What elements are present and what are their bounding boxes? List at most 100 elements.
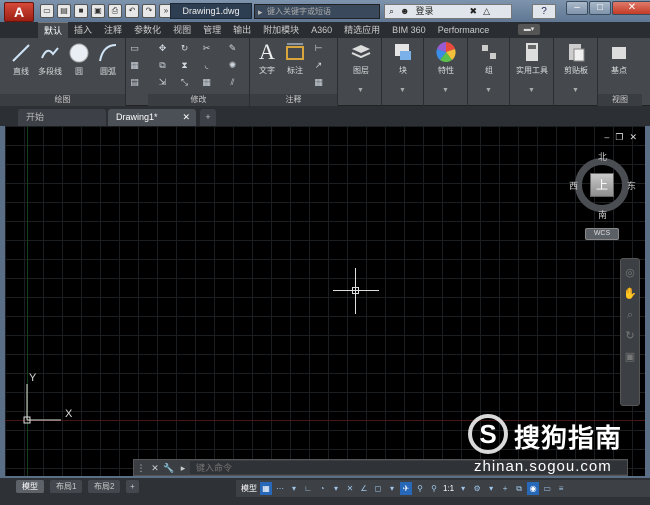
snap-toggle-icon[interactable]: ⋯ bbox=[274, 482, 286, 495]
viewcube-top-face[interactable]: 上 bbox=[590, 173, 614, 197]
redo-icon[interactable]: ↷ bbox=[142, 4, 156, 18]
close-tab-icon[interactable]: ✕ bbox=[182, 109, 190, 126]
sign-in-label[interactable]: 登录 bbox=[416, 5, 434, 18]
circle-tool[interactable]: 圆 bbox=[66, 42, 92, 77]
panel-title-annotation[interactable]: 注释 bbox=[250, 94, 337, 106]
rectangle-icon[interactable]: ▭ bbox=[128, 43, 141, 54]
clipboard-tool[interactable]: 剪贴板 bbox=[558, 41, 594, 76]
properties-dropdown-icon[interactable]: ▼ bbox=[424, 87, 467, 94]
layout-tab-layout2[interactable]: 布局2 bbox=[88, 480, 121, 493]
fillet-icon[interactable]: ◟ bbox=[200, 60, 213, 71]
array-icon[interactable]: ▦ bbox=[200, 77, 213, 88]
tab-insert[interactable]: 插入 bbox=[68, 22, 98, 38]
copy-icon[interactable]: ⧉ bbox=[156, 60, 169, 71]
tab-drawing1[interactable]: Drawing1* ✕ bbox=[108, 109, 196, 126]
mirror-icon[interactable]: ⧗ bbox=[178, 60, 191, 71]
leader-icon[interactable]: ↗ bbox=[312, 60, 325, 71]
account-area[interactable]: ⌕ ☻ 登录 ✖ △ bbox=[384, 4, 512, 19]
auto-scale-icon[interactable]: ⚲ bbox=[414, 482, 426, 495]
viewport-minimize-icon[interactable]: – bbox=[604, 132, 609, 143]
search-icon[interactable]: ⌕ bbox=[389, 5, 394, 18]
viewport-restore-icon[interactable]: ❐ bbox=[615, 132, 623, 143]
polar-dropdown-icon[interactable]: ▾ bbox=[330, 482, 342, 495]
table-grid-icon[interactable]: ▦ bbox=[312, 77, 325, 88]
undo-icon[interactable]: ↶ bbox=[125, 4, 139, 18]
line-tool[interactable]: 直线 bbox=[6, 42, 36, 77]
hatch-icon[interactable]: ▦ bbox=[128, 60, 141, 71]
layout-tab-layout1[interactable]: 布局1 bbox=[50, 480, 83, 493]
compass-east[interactable]: 东 bbox=[627, 179, 636, 192]
annotation-visibility-icon[interactable]: ✈ bbox=[400, 482, 412, 495]
workspace-gear-icon[interactable]: ⚙ bbox=[471, 482, 483, 495]
showmotion-icon[interactable]: ▣ bbox=[623, 350, 637, 364]
tab-output[interactable]: 输出 bbox=[227, 22, 257, 38]
zoom-icon[interactable]: ⌕ bbox=[623, 308, 637, 322]
annotation-scale-icon[interactable]: ⚲ bbox=[428, 482, 440, 495]
tab-a360[interactable]: A360 bbox=[305, 22, 338, 38]
layer-properties-tool[interactable]: 图层 bbox=[346, 41, 376, 76]
grid-toggle-icon[interactable]: ▦ bbox=[260, 482, 272, 495]
rotate-icon[interactable]: ↻ bbox=[178, 43, 191, 54]
panel-title-modify[interactable]: 修改 bbox=[148, 94, 249, 106]
application-menu-button[interactable]: A bbox=[4, 2, 34, 22]
viewport-close-icon[interactable]: ✕ bbox=[629, 132, 637, 143]
new-file-icon[interactable]: ▭ bbox=[40, 4, 54, 18]
erase-icon[interactable]: ✎ bbox=[226, 43, 239, 54]
annotation-scale-value[interactable]: 1:1 bbox=[442, 482, 455, 495]
tab-bim360[interactable]: BIM 360 bbox=[386, 22, 432, 38]
tab-manage[interactable]: 管理 bbox=[197, 22, 227, 38]
tab-home[interactable]: 默认 bbox=[38, 22, 69, 38]
table-icon[interactable]: ▤ bbox=[128, 77, 141, 88]
save-icon[interactable]: ■ bbox=[74, 4, 88, 18]
isodraft-icon[interactable]: ✕ bbox=[344, 482, 356, 495]
move-icon[interactable]: ✥ bbox=[156, 43, 169, 54]
scale-icon[interactable]: ⤡ bbox=[178, 77, 191, 88]
group-tool[interactable]: 组 bbox=[474, 41, 504, 76]
linear-dim-icon[interactable]: ⊢ bbox=[312, 43, 325, 54]
tab-start[interactable]: 开始 bbox=[18, 109, 106, 126]
stretch-icon[interactable]: ⇲ bbox=[156, 77, 169, 88]
compass-west[interactable]: 西 bbox=[569, 179, 578, 192]
clean-screen-icon[interactable]: ▭ bbox=[541, 482, 553, 495]
clipboard-dropdown-icon[interactable]: ▼ bbox=[554, 87, 597, 94]
block-dropdown-icon[interactable]: ▼ bbox=[382, 87, 423, 94]
viewcube[interactable]: 上 北 南 东 西 bbox=[569, 150, 636, 220]
maximize-button[interactable]: □ bbox=[589, 1, 611, 15]
scale-dropdown-icon[interactable]: ▾ bbox=[457, 482, 469, 495]
compass-north[interactable]: 北 bbox=[598, 150, 607, 163]
a360-icon[interactable]: △ bbox=[483, 5, 490, 18]
command-close-icon[interactable]: ✕ bbox=[148, 461, 162, 475]
pan-icon[interactable]: ✋ bbox=[623, 287, 637, 301]
command-recent-icon[interactable]: ▸ bbox=[176, 461, 190, 475]
hardware-accel-icon[interactable]: ◉ bbox=[527, 482, 540, 495]
wcs-menu[interactable]: WCS bbox=[585, 228, 619, 240]
tab-featured-apps[interactable]: 精选应用 bbox=[338, 22, 386, 38]
utilities-dropdown-icon[interactable]: ▼ bbox=[510, 87, 553, 94]
steering-wheel-icon[interactable]: ◎ bbox=[623, 266, 637, 280]
workspace-dropdown-icon[interactable]: ▾ bbox=[485, 482, 497, 495]
compass-south[interactable]: 南 bbox=[598, 208, 607, 221]
arc-tool[interactable]: 圆弧 bbox=[94, 42, 122, 77]
tab-annotate[interactable]: 注释 bbox=[98, 22, 128, 38]
new-tab-button[interactable]: + bbox=[200, 109, 216, 126]
ortho-toggle-icon[interactable]: ∟ bbox=[302, 482, 314, 495]
polyline-tool[interactable]: 多段线 bbox=[34, 42, 66, 77]
add-layout-button[interactable]: + bbox=[126, 480, 139, 493]
orbit-icon[interactable]: ↻ bbox=[623, 329, 637, 343]
osnap-icon[interactable]: ◻ bbox=[372, 482, 384, 495]
dimension-tool[interactable]: 标注 bbox=[282, 41, 308, 76]
save-as-icon[interactable]: ▣ bbox=[91, 4, 105, 18]
tab-parametric[interactable]: 参数化 bbox=[128, 22, 167, 38]
help-button[interactable]: ? bbox=[532, 4, 556, 19]
basepoint-tool[interactable]: 基点 bbox=[604, 41, 634, 76]
panel-title-view[interactable]: 视图 bbox=[598, 94, 642, 106]
minimize-button[interactable]: – bbox=[566, 1, 588, 15]
tab-addins[interactable]: 附加模块 bbox=[257, 22, 305, 38]
open-folder-icon[interactable]: ▤ bbox=[57, 4, 71, 18]
osnap-dropdown-icon[interactable]: ▾ bbox=[386, 482, 398, 495]
properties-tool[interactable]: 特性 bbox=[430, 41, 462, 76]
tab-view[interactable]: 视图 bbox=[167, 22, 197, 38]
plus-icon[interactable]: + bbox=[499, 482, 511, 495]
ribbon-minimize-icon[interactable]: ▬▾ bbox=[518, 24, 540, 35]
osnap-tracking-icon[interactable]: ∠ bbox=[358, 482, 370, 495]
